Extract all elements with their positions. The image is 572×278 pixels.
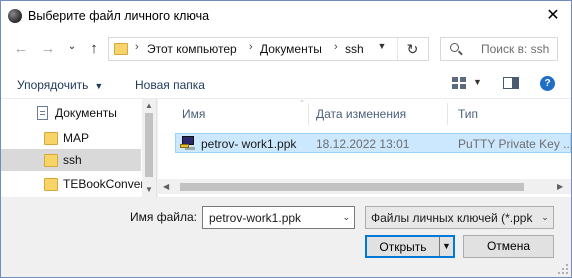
- breadcrumb-this-pc[interactable]: Этот компьютер: [147, 42, 237, 56]
- open-split-arrow-icon[interactable]: ▼: [439, 237, 453, 256]
- tree-item-documents[interactable]: Документы: [1, 102, 141, 124]
- close-button[interactable]: ✕: [535, 1, 571, 31]
- file-list-pane: ⌃ Имя Дата изменения Тип petrov- work1.p…: [158, 99, 572, 197]
- file-type-select[interactable]: Файлы личных ключей (*.ppk ⌄: [365, 206, 554, 229]
- scrollbar-thumb[interactable]: [180, 183, 524, 191]
- breadcrumb-separator-icon: ›: [135, 41, 139, 53]
- open-button-label: Открыть: [379, 240, 427, 254]
- column-header-type[interactable]: Тип: [448, 99, 558, 129]
- tree-item-tebookconver[interactable]: TEBookConver: [1, 173, 145, 195]
- file-row[interactable]: petrov- work1.ppk 18.12.2022 13:01 PuTTY…: [175, 133, 572, 153]
- putty-app-icon: [8, 9, 22, 23]
- navigation-bar: ← → ⌄ ↑ › Этот компьютер › Документы › s…: [1, 31, 571, 67]
- organize-button[interactable]: Упорядочить ▼: [17, 78, 103, 92]
- file-list-horizontal-scrollbar[interactable]: ◀ ▶: [158, 179, 571, 194]
- search-placeholder: Поиск в: ssh: [481, 42, 550, 56]
- tree-item-ssh[interactable]: ssh: [1, 149, 141, 171]
- organize-label: Упорядочить: [17, 78, 89, 92]
- window-title: Выберите файл личного ключа: [28, 9, 210, 23]
- title-bar: Выберите файл личного ключа ✕: [1, 1, 571, 31]
- filename-combobox[interactable]: petrov-work1.ppk ⌄: [202, 206, 355, 229]
- forward-arrow-icon[interactable]: →: [39, 39, 57, 59]
- tree-item-map[interactable]: MAP: [1, 127, 141, 149]
- file-type: PuTTY Private Key ...: [458, 137, 572, 151]
- scrollbar-thumb[interactable]: [145, 113, 153, 177]
- scroll-up-arrow-icon[interactable]: ▲: [145, 101, 153, 110]
- refresh-icon[interactable]: ↻: [397, 38, 427, 60]
- up-arrow-icon[interactable]: ↑: [85, 39, 103, 59]
- search-icon: [450, 43, 459, 52]
- address-bar[interactable]: › Этот компьютер › Документы › ssh ▼ ↻: [108, 37, 429, 61]
- open-button[interactable]: Открыть ▼: [365, 235, 455, 258]
- new-folder-button[interactable]: Новая папка: [135, 78, 205, 92]
- column-header-date[interactable]: Дата изменения: [306, 99, 446, 129]
- organize-chevron-icon: ▼: [94, 81, 104, 91]
- file-modified: 18.12.2022 13:01: [316, 137, 410, 151]
- search-box[interactable]: Поиск в: ssh: [440, 37, 558, 61]
- filename-dropdown-chevron-icon[interactable]: ⌄: [342, 212, 350, 223]
- column-header-name[interactable]: Имя: [172, 99, 308, 129]
- tree-item-label: Документы: [55, 106, 117, 120]
- preview-pane-icon[interactable]: [503, 77, 519, 89]
- putty-key-icon: [180, 135, 196, 151]
- navigation-pane-scrollbar[interactable]: ▲ ▼: [142, 99, 156, 197]
- navigation-pane: Документы MAP ssh TEBookConver ▲ ▼: [1, 99, 157, 197]
- folder-icon: [44, 178, 58, 191]
- file-name: petrov- work1.ppk: [201, 137, 297, 151]
- address-dropdown-chevron-icon[interactable]: ▼: [371, 41, 393, 51]
- file-open-dialog: Выберите файл личного ключа ✕ ← → ⌄ ↑ › …: [0, 0, 572, 278]
- scroll-right-arrow-icon[interactable]: ▶: [557, 182, 563, 191]
- file-type-chevron-icon[interactable]: ⌄: [537, 207, 553, 228]
- tree-item-label: ssh: [63, 153, 82, 167]
- breadcrumb-separator-icon: ›: [334, 41, 338, 53]
- help-icon[interactable]: ?: [540, 76, 555, 91]
- filename-input[interactable]: petrov-work1.ppk: [209, 211, 301, 225]
- back-arrow-icon[interactable]: ←: [12, 39, 30, 59]
- view-dropdown-chevron-icon[interactable]: ▼: [473, 77, 482, 87]
- tree-item-label: TEBookConver: [63, 177, 145, 191]
- cancel-button[interactable]: Отмена: [463, 235, 554, 258]
- recent-locations-chevron-icon[interactable]: ⌄: [63, 37, 81, 57]
- file-type-value: Файлы личных ключей (*.ppk: [371, 211, 533, 225]
- folder-icon: [44, 132, 58, 145]
- scroll-down-arrow-icon[interactable]: ▼: [145, 185, 153, 194]
- scroll-left-arrow-icon[interactable]: ◀: [163, 182, 169, 191]
- filename-label: Имя файла:: [130, 210, 197, 224]
- tree-item-label: MAP: [63, 131, 90, 145]
- view-options-icon[interactable]: [452, 77, 466, 89]
- breadcrumb-documents[interactable]: Документы: [260, 42, 322, 56]
- breadcrumb-ssh[interactable]: ssh: [345, 42, 364, 56]
- folder-icon: [44, 154, 58, 167]
- folder-icon: [114, 43, 128, 55]
- documents-icon: [37, 106, 48, 120]
- breadcrumb-separator-icon: ›: [249, 41, 253, 53]
- resize-grip-icon[interactable]: [558, 264, 568, 274]
- command-toolbar: Упорядочить ▼ Новая папка ▼ ?: [1, 67, 571, 99]
